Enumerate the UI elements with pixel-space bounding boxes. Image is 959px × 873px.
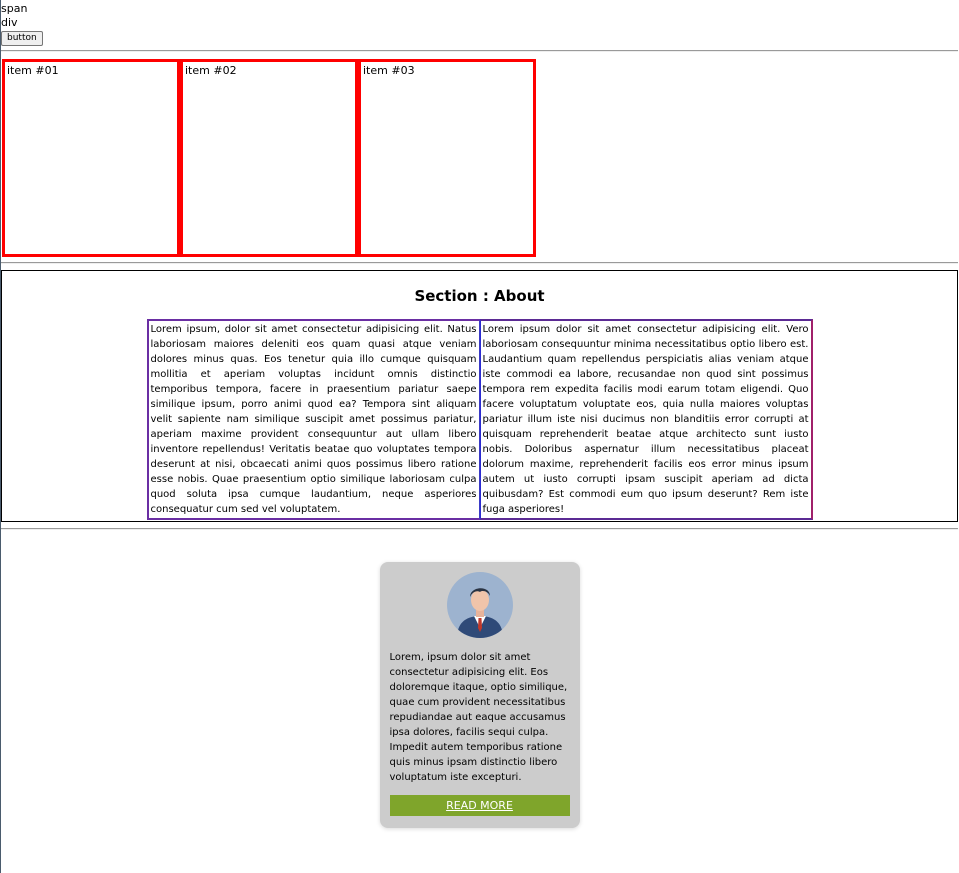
item-box: item #01 <box>2 59 180 257</box>
read-more-button[interactable]: READ MORE <box>389 795 570 816</box>
divider <box>1 262 958 264</box>
about-column-right: Lorem ipsum dolor sit amet consectetur a… <box>479 319 813 520</box>
about-column-left: Lorem ipsum, dolor sit amet consectetur … <box>146 319 480 520</box>
demo-button[interactable]: button <box>1 31 43 46</box>
person-avatar-icon <box>446 572 513 638</box>
profile-card: Lorem, ipsum dolor sit amet consectetur … <box>379 562 580 828</box>
about-title: Section : About <box>414 287 545 305</box>
item-box: item #03 <box>358 59 536 257</box>
page: span div button item #01 item #02 item #… <box>0 0 958 873</box>
about-section: Section : About Lorem ipsum, dolor sit a… <box>1 270 958 522</box>
div-text: div <box>1 16 18 29</box>
about-columns: Lorem ipsum, dolor sit amet consectetur … <box>2 319 957 520</box>
item-box: item #02 <box>180 59 358 257</box>
span-text: span <box>1 2 28 15</box>
top-block: span div button <box>1 0 958 50</box>
card-wrapper: Lorem, ipsum dolor sit amet consectetur … <box>1 530 958 828</box>
card-text: Lorem, ipsum dolor sit amet consectetur … <box>389 652 568 783</box>
items-row: item #01 item #02 item #03 <box>1 52 958 262</box>
